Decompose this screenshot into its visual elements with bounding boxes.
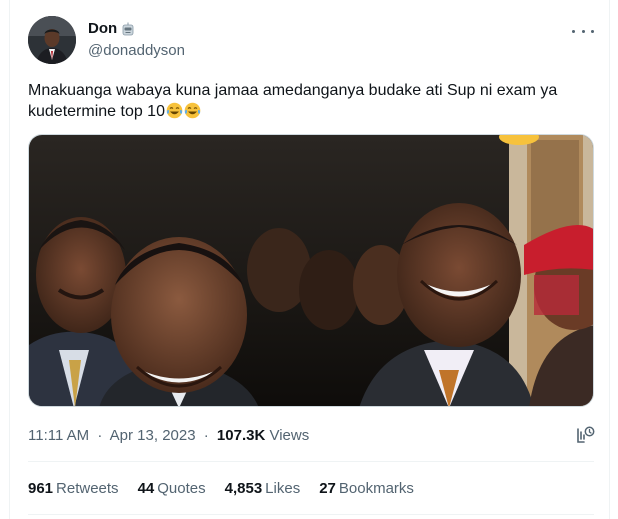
- views-count: 107.3K: [216, 427, 266, 444]
- tweet-media-photo[interactable]: [28, 134, 594, 407]
- more-dot: [591, 29, 594, 33]
- tweet-date[interactable]: Apr 13, 2023: [110, 427, 196, 444]
- tweet-text: Mnakuanga wabaya kuna jamaa amedanganya …: [28, 80, 588, 122]
- analytics-icon[interactable]: [574, 424, 596, 446]
- bookmarks-label: Bookmarks: [338, 480, 414, 497]
- views-label: Views: [269, 427, 310, 444]
- tears-of-joy-emoji-icon: [166, 102, 183, 119]
- likes-stat[interactable]: 4,853 Likes: [225, 480, 301, 498]
- bookmarks-count: 27: [319, 480, 336, 497]
- meta-separator: ·: [97, 427, 103, 444]
- right-border: [609, 0, 610, 519]
- stats-divider: [28, 514, 594, 515]
- left-border: [9, 0, 10, 519]
- tears-of-joy-emoji-icon: [184, 102, 201, 119]
- tweet-stats: 961 Retweets 44 Quotes 4,853 Likes 27 Bookma…: [28, 480, 414, 498]
- likes-label: Likes: [265, 480, 301, 497]
- more-dots-icon[interactable]: [572, 26, 594, 36]
- author-handle[interactable]: @donaddyson: [88, 42, 185, 60]
- retweets-label: Retweets: [56, 480, 119, 497]
- retweets-stat[interactable]: 961 Retweets: [28, 480, 119, 498]
- robot-face-emoji-icon: [121, 22, 135, 36]
- author-display-name[interactable]: Don: [88, 20, 185, 38]
- bookmarks-stat[interactable]: 27 Bookmarks: [319, 480, 414, 498]
- tweet-meta: 11:11 AM · Apr 13, 2023 · 107.3K Views: [28, 427, 309, 445]
- quotes-count: 44: [137, 480, 155, 497]
- likes-count: 4,853: [224, 480, 263, 497]
- tweet-text-body: Mnakuanga wabaya kuna jamaa amedanganya …: [28, 82, 558, 120]
- meta-divider: [28, 461, 594, 462]
- tweet-time[interactable]: 11:11 AM: [28, 427, 89, 444]
- author-name-text: Don: [88, 20, 118, 37]
- more-dot: [581, 29, 585, 33]
- quotes-label: Quotes: [157, 480, 206, 497]
- retweets-count: 961: [28, 480, 54, 497]
- quotes-stat[interactable]: 44 Quotes: [138, 480, 206, 498]
- author-info: Don @donaddyson: [88, 20, 185, 60]
- author-avatar[interactable]: [28, 16, 76, 64]
- meta-separator: ·: [203, 427, 209, 444]
- more-dot: [572, 29, 575, 33]
